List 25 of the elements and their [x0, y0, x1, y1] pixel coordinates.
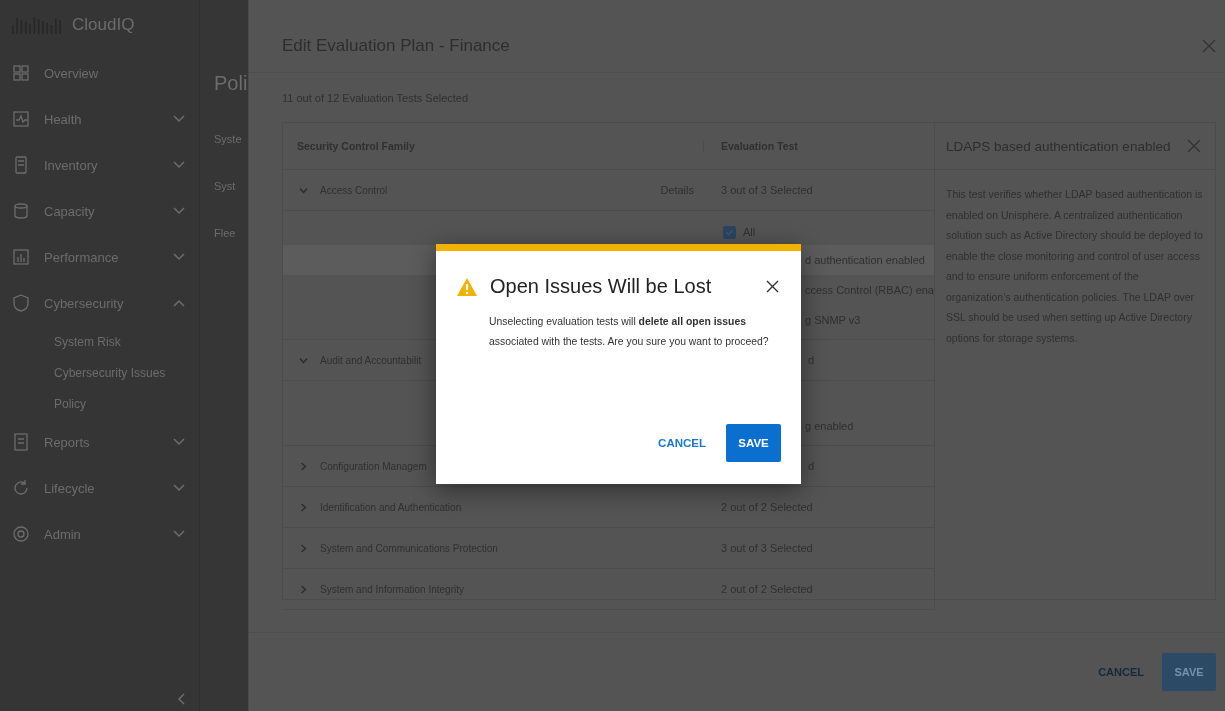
- close-icon[interactable]: [766, 280, 779, 293]
- save-button[interactable]: SAVE: [726, 424, 781, 462]
- document-icon: [12, 433, 30, 451]
- pulse-icon: [12, 110, 30, 128]
- cancel-button[interactable]: CANCEL: [658, 437, 706, 449]
- cycle-icon: [12, 479, 30, 497]
- chevron-icon[interactable]: [299, 185, 308, 195]
- warning-icon: [456, 276, 478, 297]
- dialog-title: Open Issues Will be Lost: [490, 275, 713, 298]
- checkbox[interactable]: [723, 225, 736, 239]
- bar-chart-icon: [12, 248, 30, 266]
- chevron-icon[interactable]: [299, 502, 308, 512]
- collapse-icon[interactable]: [177, 693, 185, 705]
- chevron-icon[interactable]: [299, 543, 308, 553]
- chevron-icon[interactable]: [299, 584, 308, 594]
- server-icon: [12, 156, 30, 174]
- grid-icon: [12, 64, 30, 82]
- chevron-icon[interactable]: [299, 461, 308, 471]
- chevron-icon[interactable]: [299, 355, 308, 365]
- save-button[interactable]: SAVE: [1162, 653, 1216, 691]
- cancel-button[interactable]: CANCEL: [1098, 666, 1144, 678]
- gear-icon: [12, 525, 30, 543]
- cylinder-icon: [12, 202, 30, 220]
- shield-icon: [12, 294, 30, 312]
- dialog-message: Unselecting evaluation tests will delete all open issues associated with the tests. Are you sure you want to proceed?: [488, 315, 770, 349]
